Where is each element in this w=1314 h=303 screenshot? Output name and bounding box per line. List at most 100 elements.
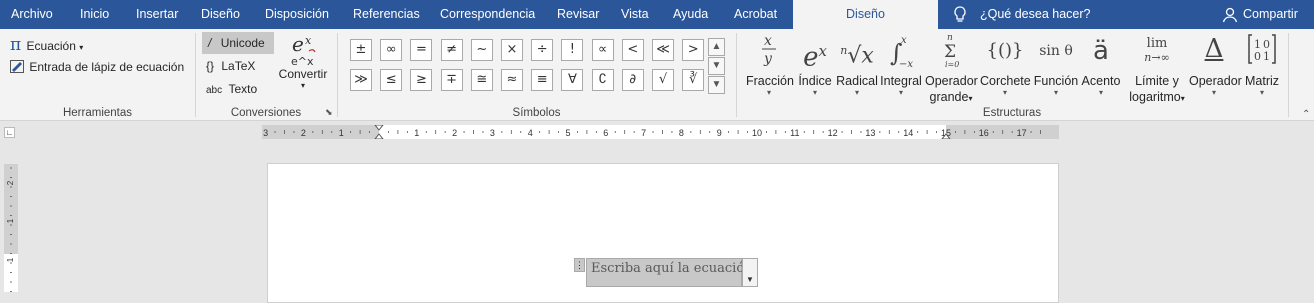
svg-text:Σ: Σ — [944, 42, 956, 62]
acento-button[interactable]: ä Acento ▾ — [1080, 29, 1122, 97]
symbol-button[interactable]: ≠ — [440, 39, 463, 61]
dialog-launcher-icon[interactable]: ⬊ — [325, 107, 333, 118]
latex-button[interactable]: {} LaTeX — [206, 59, 255, 73]
svg-text:y: y — [763, 51, 773, 67]
group-herramientas: π Ecuación ▾ Entrada de lápiz de ecuació… — [0, 29, 195, 121]
limite-logaritmo-button[interactable]: lim n→∞ Límite y logaritmo▾ — [1126, 29, 1188, 107]
tab-insertar[interactable]: Insertar — [136, 0, 178, 29]
gallery-scroll-up[interactable]: ▲ — [708, 38, 725, 56]
search-tell-me[interactable]: ¿Qué desea hacer? — [980, 0, 1091, 29]
tab-ayuda[interactable]: Ayuda — [673, 0, 708, 29]
vertical-ruler[interactable]: 2 1 1 — [4, 164, 18, 292]
chevron-down-icon: ▾ — [968, 94, 973, 103]
svg-text:0: 0 — [1254, 50, 1261, 63]
unicode-button[interactable]: / Unicode — [202, 32, 274, 54]
tab-acrobat[interactable]: Acrobat — [734, 0, 777, 29]
equation-options-button[interactable]: ▼ — [742, 258, 758, 287]
symbol-button[interactable]: ≡ — [531, 69, 554, 91]
funcion-button[interactable]: sin θ Función ▾ — [1033, 29, 1079, 97]
horizontal-ruler[interactable]: 3 2 1 1 2 3 4 5 6 7 8 9 10 11 12 13 14 15 16 17 — [262, 125, 1059, 139]
matrix-icon: 1001 — [1242, 29, 1282, 73]
chevron-down-icon: ▾ — [79, 43, 84, 52]
symbol-button[interactable]: ≅ — [470, 69, 493, 91]
symbol-button[interactable]: ÷ — [531, 39, 554, 61]
symbol-button[interactable]: √ — [652, 69, 674, 91]
operador-button[interactable]: Δ Operador ▾ — [1189, 29, 1242, 97]
symbol-button[interactable]: ∝ — [591, 39, 614, 61]
convertir-button[interactable]: e x e^x Convertir ▾ — [278, 32, 328, 90]
equation-box[interactable]: Escriba aquí la ecuación. — [586, 258, 757, 287]
ecuacion-button[interactable]: π Ecuación ▾ — [10, 35, 83, 55]
operator-icon: Δ — [1204, 34, 1224, 64]
symbol-button[interactable]: ~ — [470, 39, 493, 61]
tab-archivo[interactable]: Archivo — [11, 0, 53, 29]
group-label-simbolos: Símbolos — [512, 107, 561, 119]
symbol-button[interactable]: ± — [350, 39, 372, 61]
symbol-button[interactable]: ∓ — [440, 69, 463, 91]
braces-icon: {} — [206, 59, 215, 73]
symbol-button[interactable]: × — [501, 39, 523, 61]
ruler-number: 7 — [641, 128, 646, 138]
symbol-button[interactable]: ∞ — [380, 39, 403, 61]
ruler-number: 1 — [414, 128, 419, 138]
fraccion-button[interactable]: xy Fracción ▾ — [746, 29, 794, 97]
texto-button[interactable]: abc Texto — [206, 82, 257, 96]
symbol-button[interactable]: ∛ — [682, 69, 705, 91]
symbol-button[interactable]: ∀ — [561, 69, 584, 91]
group-conversiones: / Unicode {} LaTeX abc Texto e x e^x Conve… — [196, 29, 336, 121]
symbol-button[interactable]: ≈ — [501, 69, 523, 91]
chevron-down-icon: ▾ — [1053, 88, 1058, 97]
svg-text:1: 1 — [1263, 50, 1270, 63]
ink-equation-icon — [10, 60, 24, 73]
fraction-icon: xy — [746, 29, 792, 73]
chevron-down-icon: ▾ — [1180, 94, 1185, 103]
ruler-number: 8 — [679, 128, 684, 138]
chevron-down-icon: ▾ — [898, 88, 903, 97]
matriz-button[interactable]: 1001 Matriz ▾ — [1242, 29, 1282, 97]
chevron-down-icon: ▾ — [812, 88, 817, 97]
chevron-down-icon: ▾ — [1211, 88, 1216, 97]
group-label-conversiones: Conversiones — [230, 107, 302, 119]
symbol-button[interactable]: > — [682, 39, 705, 61]
tab-diseno-ecuacion[interactable]: Diseño — [793, 0, 938, 29]
chevron-down-icon: ▼ — [711, 60, 722, 71]
integral-button[interactable]: ∫ x −x Integral ▾ — [880, 29, 922, 97]
share-button[interactable]: Compartir — [1243, 0, 1298, 29]
corchete-button[interactable]: {()} Corchete ▾ — [980, 29, 1031, 97]
tab-correspondencia[interactable]: Correspondencia — [440, 0, 535, 29]
gallery-more[interactable]: ▼ — [708, 76, 725, 94]
collapse-ribbon-icon[interactable]: ⌃ — [1302, 109, 1310, 120]
symbol-button[interactable]: ∂ — [621, 69, 644, 91]
equation-drag-handle-icon[interactable]: ⋮ — [574, 258, 585, 272]
ruler-number: 2 — [6, 180, 15, 185]
gallery-scroll-down[interactable]: ▼ — [708, 57, 725, 75]
tab-vista[interactable]: Vista — [621, 0, 649, 29]
svg-text:e: e — [292, 33, 304, 56]
tab-revisar[interactable]: Revisar — [557, 0, 599, 29]
tab-disposicion[interactable]: Disposición — [265, 0, 329, 29]
ruler-number: 16 — [979, 128, 989, 138]
tab-diseno[interactable]: Diseño — [201, 0, 240, 29]
ruler-number: 4 — [528, 128, 533, 138]
ruler-number: 2 — [301, 128, 306, 138]
operador-grande-button[interactable]: n Σi=0 Operador grande▾ — [925, 29, 978, 107]
tab-referencias[interactable]: Referencias — [353, 0, 420, 29]
symbol-button[interactable]: < — [621, 39, 644, 61]
entrada-lapiz-button[interactable]: Entrada de lápiz de ecuación — [10, 60, 184, 74]
ruler-number: 1 — [339, 128, 344, 138]
symbol-button[interactable]: = — [410, 39, 433, 61]
symbol-button[interactable]: ≪ — [652, 39, 674, 61]
tab-selector-icon[interactable]: ∟ — [4, 127, 15, 138]
symbol-button[interactable]: ≫ — [350, 69, 372, 91]
symbol-button[interactable]: ∁ — [591, 69, 614, 91]
symbol-button[interactable]: ≤ — [380, 69, 403, 91]
equation-placeholder[interactable]: Escriba aquí la ecuación. — [591, 259, 757, 278]
chevron-down-icon: ▾ — [854, 88, 859, 97]
indice-button[interactable]: ex Índice ▾ — [795, 29, 835, 97]
symbol-button[interactable]: ! — [561, 39, 584, 61]
ribbon: π Ecuación ▾ Entrada de lápiz de ecuació… — [0, 29, 1314, 121]
tab-inicio[interactable]: Inicio — [80, 0, 109, 29]
slash-icon: / — [208, 36, 212, 50]
symbol-button[interactable]: ≥ — [410, 69, 433, 91]
radical-button[interactable]: n√x Radical ▾ — [836, 29, 878, 97]
